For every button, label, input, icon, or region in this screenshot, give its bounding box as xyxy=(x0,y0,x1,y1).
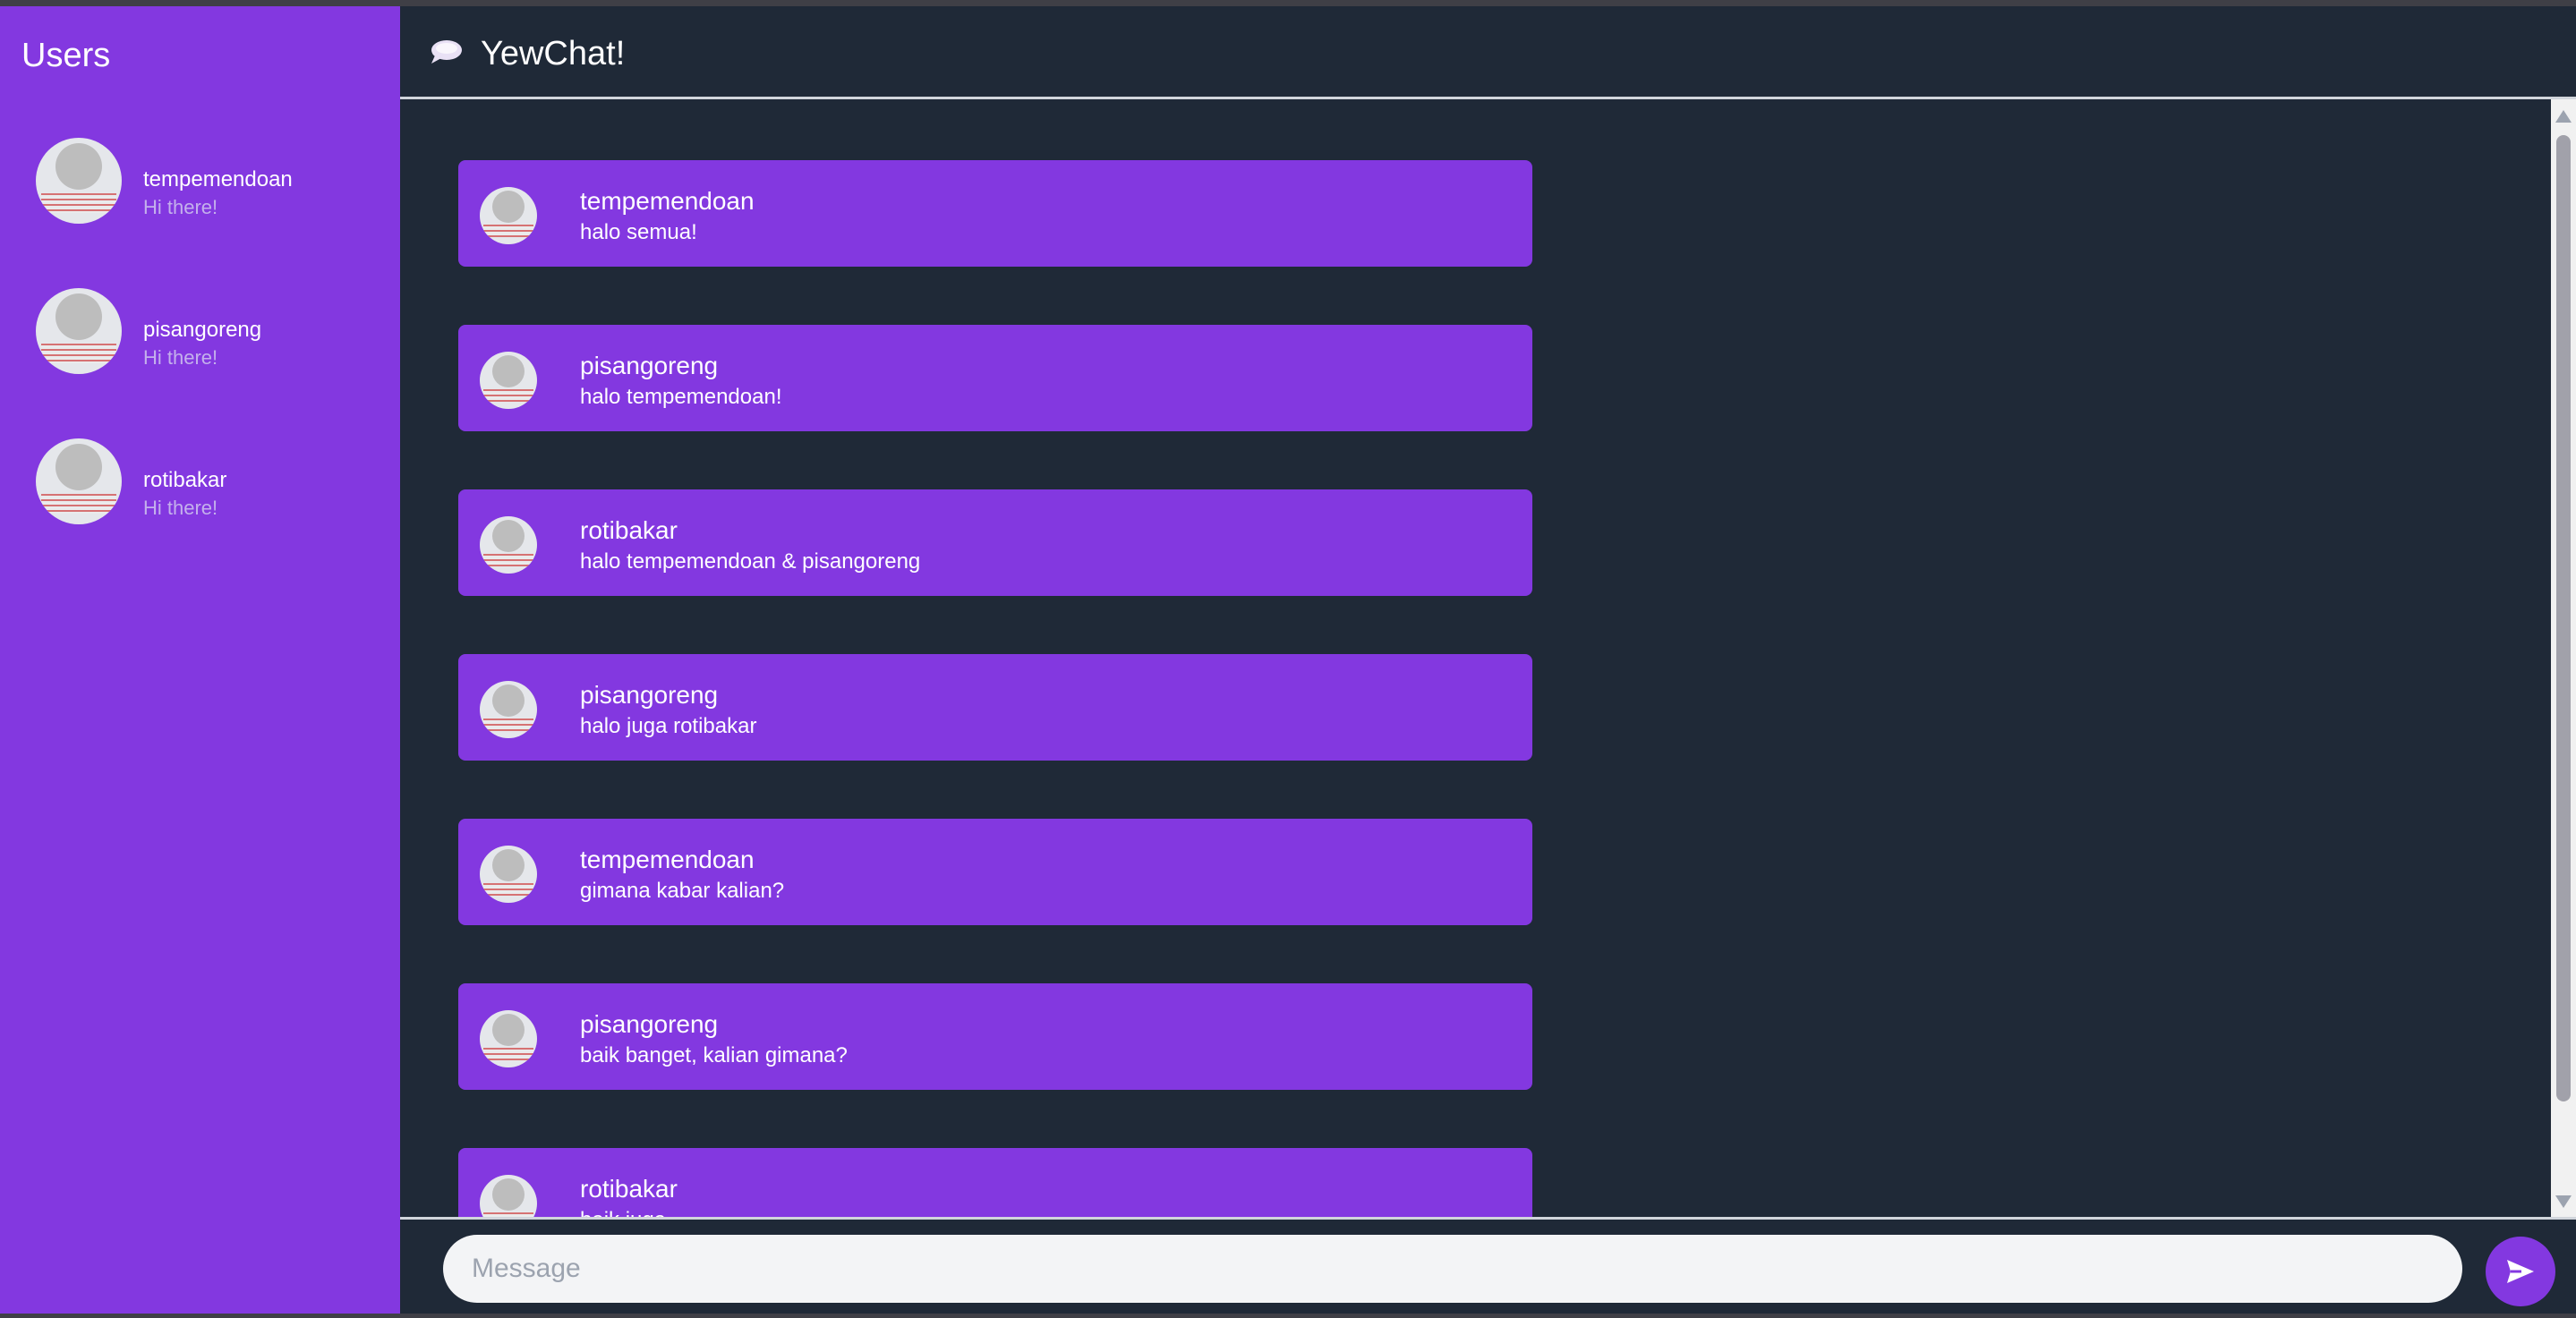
user-item-rotibakar[interactable]: rotibakar Hi there! xyxy=(0,432,400,540)
message-card: pisangoreng halo juga rotibakar xyxy=(458,654,1532,761)
avatar xyxy=(480,352,537,409)
window-top-border xyxy=(0,0,2576,6)
avatar xyxy=(480,187,537,244)
scroll-down-arrow-icon[interactable] xyxy=(2555,1195,2572,1208)
window-bottom-border xyxy=(0,1314,2576,1318)
chat-header: YewChat! xyxy=(400,6,2576,99)
send-icon xyxy=(2507,1260,2534,1283)
message-author: rotibakar xyxy=(580,1175,678,1203)
user-status: Hi there! xyxy=(143,346,218,369)
message-card: pisangoreng baik banget, kalian gimana? xyxy=(458,983,1532,1090)
message-author: tempemendoan xyxy=(580,187,755,215)
message-card: rotibakar halo tempemendoan & pisangoren… xyxy=(458,489,1532,596)
chat-title: YewChat! xyxy=(481,35,626,72)
message-card: pisangoreng halo tempemendoan! xyxy=(458,325,1532,431)
message-author: rotibakar xyxy=(580,516,678,544)
message-card: tempemendoan gimana kabar kalian? xyxy=(458,819,1532,925)
avatar xyxy=(480,1175,537,1217)
avatar xyxy=(36,288,122,374)
message-card: rotibakar baik juga xyxy=(458,1148,1532,1217)
avatar xyxy=(480,846,537,903)
avatar xyxy=(36,438,122,524)
chat-bubble-icon xyxy=(431,40,462,64)
user-name: pisangoreng xyxy=(143,318,262,342)
message-author: pisangoreng xyxy=(580,681,719,709)
message-author: pisangoreng xyxy=(580,352,719,379)
avatar xyxy=(480,681,537,738)
message-text: gimana kabar kalian? xyxy=(580,879,785,903)
message-text: halo tempemendoan & pisangoreng xyxy=(580,549,921,574)
message-text: baik banget, kalian gimana? xyxy=(580,1043,848,1067)
user-status: Hi there! xyxy=(143,196,218,218)
user-item-pisangoreng[interactable]: pisangoreng Hi there! xyxy=(0,282,400,389)
user-item-tempemendoan[interactable]: tempemendoan Hi there! xyxy=(0,132,400,239)
message-author: tempemendoan xyxy=(580,846,755,873)
user-status: Hi there! xyxy=(143,497,218,519)
message-scrollbar[interactable] xyxy=(2551,99,2576,1217)
scroll-up-arrow-icon[interactable] xyxy=(2555,110,2572,123)
scroll-thumb[interactable] xyxy=(2556,135,2571,1101)
avatar xyxy=(36,138,122,224)
message-text: halo semua! xyxy=(580,220,697,244)
send-button[interactable] xyxy=(2486,1237,2555,1306)
message-author: pisangoreng xyxy=(580,1010,719,1038)
sidebar-title: Users xyxy=(21,37,111,74)
users-sidebar: Users tempemendoan Hi there! pisangoreng… xyxy=(0,6,400,1314)
message-list[interactable]: tempemendoan halo semua! pisangoreng hal… xyxy=(400,99,2551,1217)
message-composer xyxy=(400,1217,2576,1314)
message-text: baik juga xyxy=(580,1208,666,1217)
avatar xyxy=(480,1010,537,1067)
message-input[interactable] xyxy=(443,1235,2462,1303)
message-card: tempemendoan halo semua! xyxy=(458,160,1532,267)
message-text: halo tempemendoan! xyxy=(580,385,782,409)
user-name: rotibakar xyxy=(143,468,227,492)
avatar xyxy=(480,516,537,574)
message-text: halo juga rotibakar xyxy=(580,714,757,738)
user-name: tempemendoan xyxy=(143,167,293,191)
